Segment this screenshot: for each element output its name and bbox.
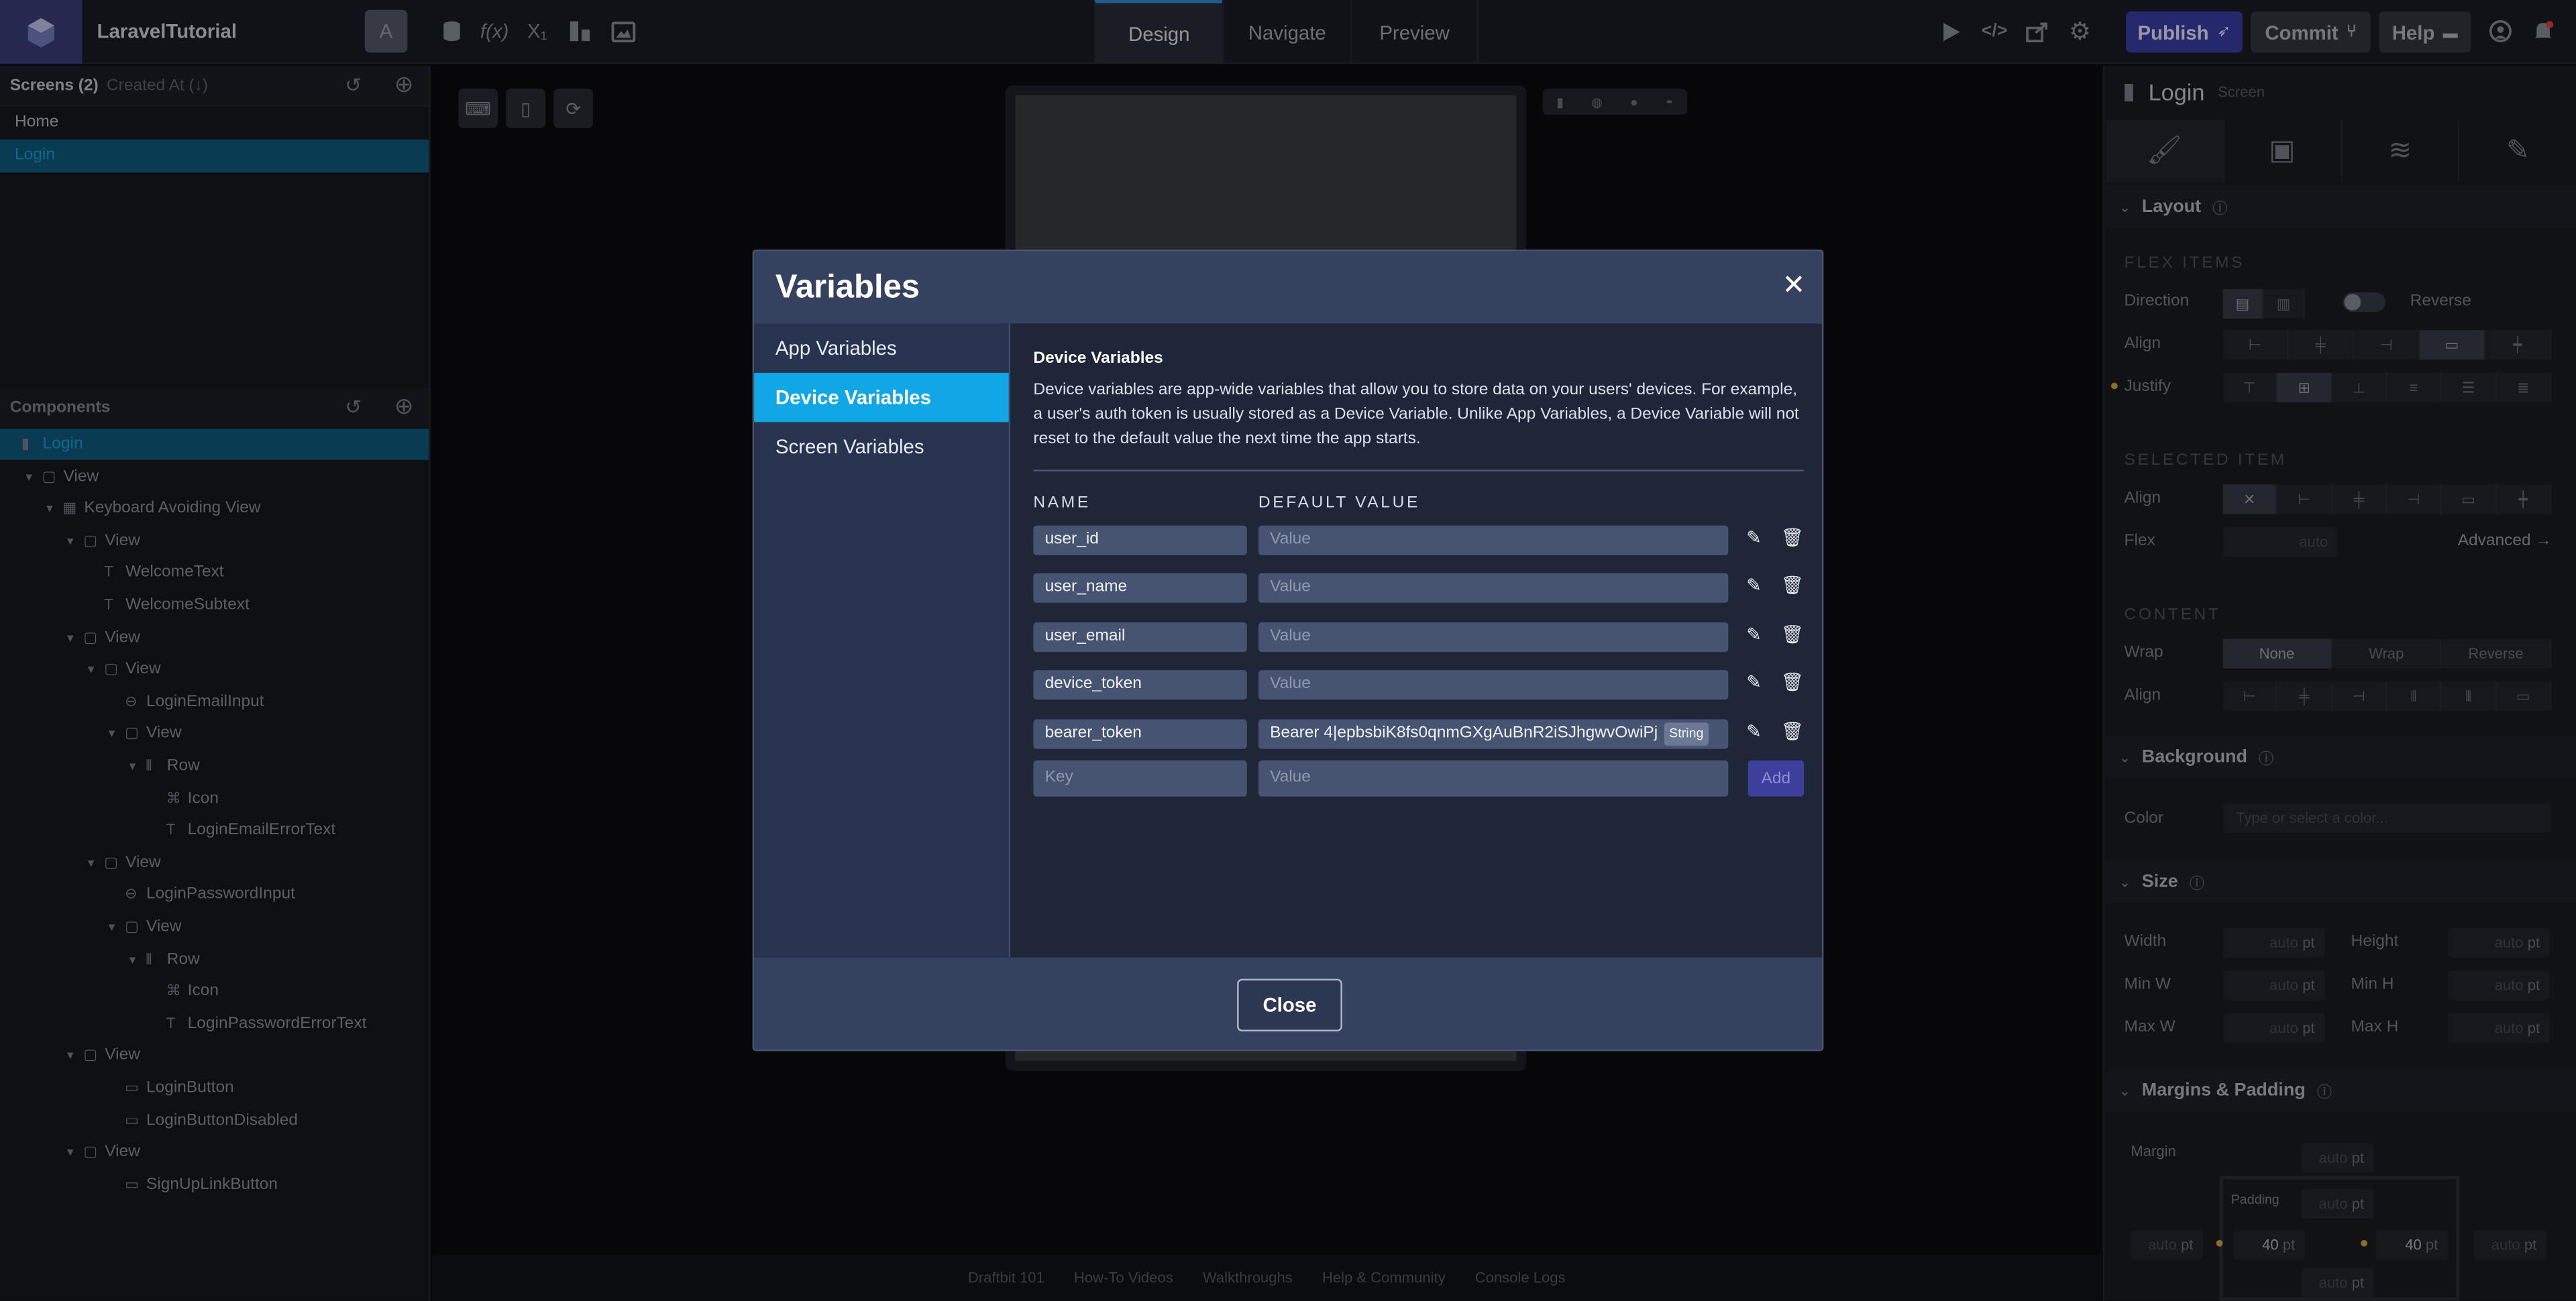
section-title: Device Variables	[1033, 349, 1163, 368]
variable-name-input[interactable]: user_name	[1033, 573, 1247, 604]
new-variable-row: Key Value Add	[1033, 760, 1805, 797]
nav-device-variables[interactable]: Device Variables	[754, 372, 1009, 422]
modal-header: Variables	[754, 251, 1822, 324]
variable-name-input[interactable]: device_token	[1033, 670, 1247, 700]
type-badge: String	[1664, 722, 1709, 745]
variable-row: device_token Value ✎ 🗑	[1033, 670, 1805, 700]
edit-pencil-icon[interactable]: ✎	[1746, 575, 1762, 597]
delete-trash-icon[interactable]: 🗑	[1781, 672, 1804, 693]
name-column-header: NAME	[1033, 494, 1091, 513]
delete-trash-icon[interactable]: 🗑	[1781, 720, 1804, 742]
delete-trash-icon[interactable]: 🗑	[1781, 527, 1804, 549]
modal-footer: Close	[754, 957, 1822, 1050]
variable-value-input[interactable]: Value	[1258, 670, 1729, 700]
add-variable-button[interactable]: Add	[1748, 760, 1805, 797]
variable-row: user_email Value ✎ 🗑	[1033, 622, 1805, 652]
variable-row: user_id Value ✎ 🗑	[1033, 525, 1805, 555]
new-value-input[interactable]: Value	[1258, 760, 1729, 797]
variables-modal: Variables ✕ App Variables Device Variabl…	[752, 249, 1824, 1052]
edit-pencil-icon[interactable]: ✎	[1746, 624, 1762, 645]
divider	[1033, 469, 1805, 471]
modal-title: Variables	[775, 268, 920, 305]
variable-value-input[interactable]: Value	[1258, 573, 1729, 604]
close-icon[interactable]: ✕	[1782, 270, 1806, 302]
nav-screen-variables[interactable]: Screen Variables	[754, 422, 1009, 471]
variable-value-input[interactable]: Value	[1258, 622, 1729, 652]
variable-value-input[interactable]: Bearer 4|epbsbiK8fs0qnmGXgAuBnR2iSJhgwvO…	[1258, 718, 1729, 748]
delete-trash-icon[interactable]: 🗑	[1781, 624, 1804, 645]
delete-trash-icon[interactable]: 🗑	[1781, 575, 1804, 597]
edit-pencil-icon[interactable]: ✎	[1746, 527, 1762, 549]
edit-pencil-icon[interactable]: ✎	[1746, 720, 1762, 742]
section-description: Device variables are app-wide variables …	[1033, 381, 1799, 449]
device-variables-intro: Device Variables Device variables are ap…	[1033, 350, 1805, 452]
variable-name-input[interactable]: user_id	[1033, 525, 1247, 555]
variables-nav: App Variables Device Variables Screen Va…	[754, 323, 1011, 958]
edit-pencil-icon[interactable]: ✎	[1746, 672, 1762, 693]
variable-row: user_name Value ✎ 🗑	[1033, 573, 1805, 604]
new-key-input[interactable]: Key	[1033, 760, 1247, 797]
variable-row: bearer_token Bearer 4|epbsbiK8fs0qnmGXgAu…	[1033, 718, 1805, 748]
default-value-column-header: DEFAULT VALUE	[1258, 494, 1420, 513]
close-button[interactable]: Close	[1237, 978, 1342, 1031]
nav-app-variables[interactable]: App Variables	[754, 323, 1009, 372]
variable-name-input[interactable]: user_email	[1033, 622, 1247, 652]
variable-value-input[interactable]: Value	[1258, 525, 1729, 555]
variable-name-input[interactable]: bearer_token	[1033, 718, 1247, 748]
